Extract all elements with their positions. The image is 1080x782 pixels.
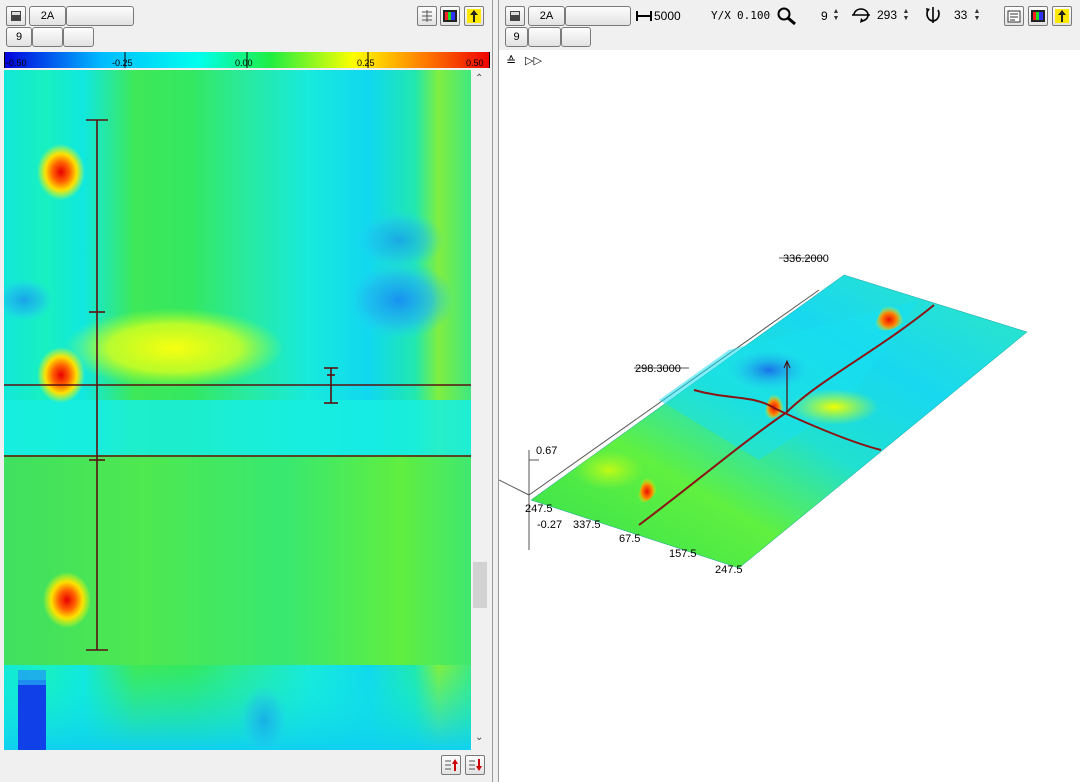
frame-field-2[interactable]: [63, 27, 94, 47]
channel-select[interactable]: 2A: [29, 6, 66, 26]
frame-field-1[interactable]: [528, 27, 561, 47]
colorbar-tick-label: 0.00: [235, 58, 253, 68]
window-menu-button[interactable]: [6, 6, 26, 26]
tilt-spinner[interactable]: ▲ ▼: [970, 8, 984, 24]
palette-icon: [1031, 10, 1045, 22]
frame-field-1[interactable]: [32, 27, 63, 47]
yx-value[interactable]: 0.100: [737, 9, 770, 22]
move-down-icon: [469, 759, 482, 771]
palette-button[interactable]: [440, 6, 460, 26]
scroll-down-icon[interactable]: ⌄: [475, 732, 483, 743]
colorbar-tick-label: -0.50: [6, 58, 27, 68]
colorbar: -0.50 -0.25 0.00 0.25 0.50: [4, 52, 490, 68]
colorbar-tick-label: 0.25: [357, 58, 375, 68]
export-button[interactable]: [1052, 6, 1072, 26]
heatmap-pane: 2A 9 -0.50 -0.25 0.00 0.25 0.50 ⌃ ⌄: [0, 0, 493, 782]
vertical-scrollbar[interactable]: ⌃ ⌄: [471, 70, 489, 750]
arrow-up-icon: [1055, 9, 1069, 23]
palette-icon: [443, 10, 457, 22]
window-menu-button[interactable]: [505, 6, 525, 26]
rotate-icon[interactable]: [851, 6, 871, 24]
rotate-x-spinner[interactable]: ▲ ▼: [829, 8, 843, 24]
frame-select[interactable]: 9: [6, 27, 32, 47]
back-axis-label: 336.2000: [783, 253, 829, 265]
colorbar-tick-label: -0.25: [112, 58, 133, 68]
window-icon: [510, 11, 520, 21]
length-value[interactable]: 5000: [654, 9, 681, 23]
move-up-icon: [445, 759, 458, 771]
rotate-z-value[interactable]: 293: [877, 8, 897, 22]
channel-select[interactable]: 2A: [528, 6, 565, 26]
channel-field[interactable]: [66, 6, 134, 26]
zoom-icon[interactable]: [776, 6, 798, 26]
z-max-label: 0.67: [536, 445, 557, 457]
grid-button[interactable]: [417, 6, 437, 26]
channel-field[interactable]: [565, 6, 631, 26]
export-button[interactable]: [464, 6, 484, 26]
tilt-icon[interactable]: [923, 5, 943, 25]
front-axis-label: 247.5: [715, 564, 743, 576]
front-axis-label: 247.5: [525, 503, 553, 515]
palette-button[interactable]: [1028, 6, 1048, 26]
z-min-label: -0.27: [537, 519, 562, 531]
front-axis-label: 337.5: [573, 519, 601, 531]
front-axis-label: 67.5: [619, 533, 640, 545]
arrow-up-icon: [467, 9, 481, 23]
properties-icon: [1007, 10, 1021, 23]
length-icon: [636, 11, 652, 21]
front-axis-label: 157.5: [669, 548, 697, 560]
surface-plot[interactable]: 336.2000 298.3000 0.67 -0.27 247.5 337.5…: [499, 50, 1080, 782]
rotate-x-value[interactable]: 9: [821, 9, 828, 23]
rotate-z-spinner[interactable]: ▲ ▼: [899, 8, 913, 24]
back-axis-label: 298.3000: [635, 363, 681, 375]
heatmap-image[interactable]: [4, 70, 471, 750]
move-up-button[interactable]: [441, 755, 461, 775]
scroll-up-icon[interactable]: ⌃: [475, 73, 483, 84]
move-down-button[interactable]: [465, 755, 485, 775]
yx-label: Y/X: [711, 9, 731, 22]
frame-select[interactable]: 9: [505, 27, 528, 47]
surface-pane: 2A 9 5000 Y/X 0.100 9 ▲ ▼ 293 ▲ ▼ 33 ▲ ▼ ≙ …: [498, 0, 1080, 782]
colorbar-tick-label: 0.50: [466, 58, 484, 68]
grid-icon: [422, 10, 432, 22]
properties-button[interactable]: [1004, 6, 1024, 26]
window-icon: [11, 11, 21, 21]
scrollbar-thumb[interactable]: [473, 562, 487, 608]
frame-field-2[interactable]: [561, 27, 591, 47]
tilt-value[interactable]: 33: [954, 8, 967, 22]
